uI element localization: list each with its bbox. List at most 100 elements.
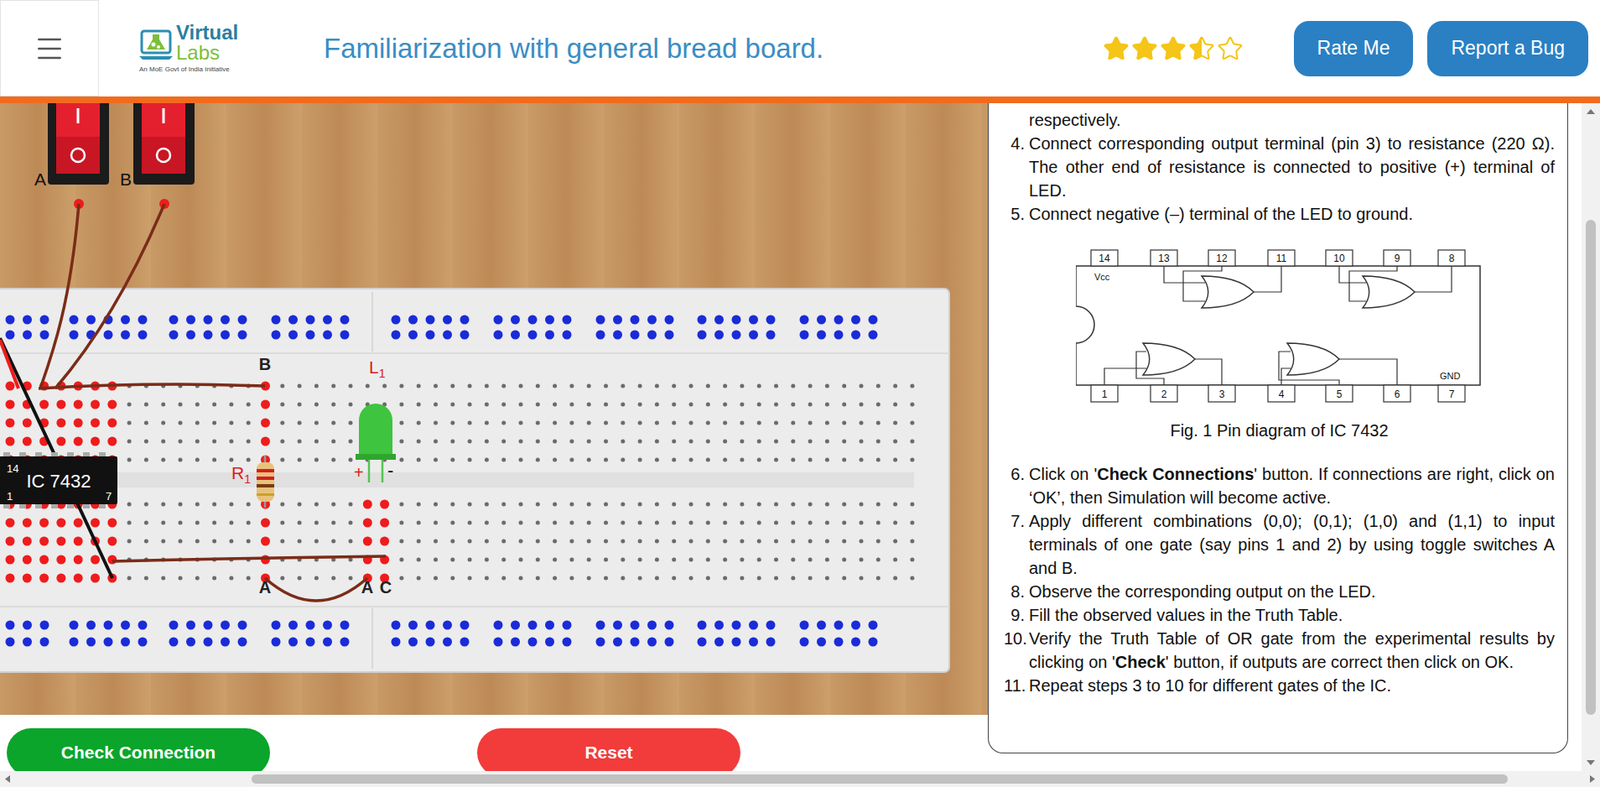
- svg-text:14: 14: [1098, 252, 1111, 265]
- simulator-controls: Check Connection Reset: [0, 714, 988, 771]
- pin-box: 10: [1325, 249, 1353, 266]
- scroll-right-icon[interactable]: [1584, 770, 1600, 787]
- svg-text:A: A: [34, 169, 47, 189]
- svg-text:10: 10: [1333, 252, 1346, 265]
- or-gate-icon: [1362, 275, 1415, 308]
- wire[interactable]: [38, 384, 265, 389]
- point-label: B: [259, 354, 271, 374]
- figure-caption: Fig. 1 Pin diagram of IC 7432: [1169, 418, 1388, 442]
- svg-text:7: 7: [105, 489, 112, 503]
- header-accent-bar: [0, 96, 1600, 104]
- svg-text:1: 1: [1101, 388, 1107, 400]
- or-gate-icon: [1142, 342, 1195, 375]
- svg-text:5: 5: [1335, 388, 1342, 400]
- pin-box: 6: [1383, 384, 1411, 402]
- led[interactable]: L1+-: [353, 357, 396, 483]
- reset-button[interactable]: Reset: [477, 727, 741, 771]
- wire[interactable]: [264, 577, 368, 601]
- pin-box: 11: [1267, 249, 1295, 266]
- pin-box: 9: [1383, 249, 1411, 266]
- scroll-down-icon[interactable]: [1581, 753, 1600, 771]
- pin-box: 14: [1090, 249, 1118, 266]
- instruction-step: 9.Fill the observed values in the Truth …: [1003, 602, 1555, 627]
- star-icon[interactable]: [1131, 35, 1159, 63]
- horizontal-scrollbar[interactable]: [0, 770, 1600, 787]
- toggle-switch[interactable]: B: [119, 103, 195, 209]
- wire[interactable]: [112, 555, 386, 562]
- instruction-lead: respectively.: [1028, 108, 1555, 132]
- report-bug-button[interactable]: Report a Bug: [1427, 20, 1589, 77]
- svg-text:GND: GND: [1439, 370, 1461, 381]
- svg-text:L1: L1: [368, 357, 386, 380]
- instruction-step: 11.Repeat steps 3 to 10 for different ga…: [1003, 673, 1555, 697]
- svg-text:R1: R1: [231, 462, 251, 486]
- instruction-step: 6.Click on 'Check Connections' button. I…: [1003, 462, 1555, 510]
- resistor[interactable]: R1: [231, 455, 275, 508]
- point-label: A: [259, 577, 271, 597]
- point-label: C: [379, 577, 392, 597]
- pin-box: 2: [1150, 384, 1178, 402]
- svg-text:IC 7432: IC 7432: [25, 470, 91, 492]
- svg-text:-: -: [387, 459, 394, 481]
- svg-text:3: 3: [1218, 388, 1225, 400]
- app: VirtualLabsAn MoE Govt of India Initiati…: [0, 0, 1600, 787]
- instruction-step: 5.Connect negative (–) terminal of the L…: [1003, 202, 1555, 226]
- pin-box: 8: [1438, 249, 1465, 266]
- instructions-panel: respectively.4.Connect corresponding out…: [987, 103, 1569, 754]
- instruction-step: 8.Observe the corresponding output on th…: [1003, 579, 1555, 603]
- rate-me-button[interactable]: Rate Me: [1293, 20, 1414, 77]
- scroll-left-icon[interactable]: [0, 770, 16, 787]
- figure: 1413121110981234567VccGNDFig. 1 Pin diag…: [1003, 249, 1555, 442]
- scrollbar-thumb[interactable]: [251, 774, 1508, 784]
- vertical-scrollbar[interactable]: [1581, 103, 1600, 771]
- or-gate-icon: [1287, 342, 1340, 375]
- toggle-switch[interactable]: A: [34, 103, 110, 209]
- wire[interactable]: [0, 339, 19, 389]
- svg-text:8: 8: [1448, 252, 1455, 265]
- star-icon[interactable]: [1159, 35, 1187, 63]
- flask-laptop-icon: [139, 25, 173, 63]
- svg-text:9: 9: [1393, 252, 1400, 265]
- menu-icon[interactable]: [33, 32, 66, 65]
- check-connection-button[interactable]: Check Connection: [6, 727, 271, 771]
- header: VirtualLabsAn MoE Govt of India Initiati…: [0, 0, 1600, 97]
- svg-text:14: 14: [6, 462, 19, 475]
- svg-text:7: 7: [1448, 388, 1455, 400]
- simulator-area: AB1417IC 7432R1L1+-BAACCheck ConnectionR…: [0, 103, 988, 771]
- pin-box: 1: [1090, 384, 1118, 402]
- star-rating[interactable]: [1102, 35, 1244, 63]
- instruction-step: 4.Connect corresponding output terminal …: [1003, 131, 1555, 203]
- svg-text:B: B: [119, 169, 132, 189]
- menu-button[interactable]: [0, 0, 99, 97]
- breadboard: [0, 288, 950, 672]
- pin-box: 3: [1208, 384, 1236, 402]
- pin-box: 7: [1438, 384, 1465, 402]
- ic-chip[interactable]: 14 1 7 IC 7432: [0, 451, 118, 509]
- pin-box: 5: [1325, 384, 1353, 402]
- svg-text:13: 13: [1158, 252, 1170, 265]
- pin-box: 13: [1150, 249, 1178, 266]
- wire[interactable]: [40, 203, 79, 389]
- star-icon[interactable]: [1216, 35, 1244, 63]
- svg-text:6: 6: [1393, 388, 1400, 400]
- pin-box: 4: [1267, 384, 1295, 402]
- star-icon[interactable]: [1102, 35, 1130, 63]
- svg-text:4: 4: [1277, 388, 1284, 400]
- wire[interactable]: [55, 203, 165, 389]
- logo[interactable]: VirtualLabsAn MoE Govt of India Initiati…: [139, 22, 250, 75]
- pin-box: 12: [1208, 249, 1236, 266]
- svg-text:1: 1: [6, 489, 13, 503]
- main: AB1417IC 7432R1L1+-BAACCheck ConnectionR…: [0, 103, 1600, 771]
- pin-diagram: 1413121110981234567VccGND: [1075, 249, 1484, 404]
- svg-text:Vcc: Vcc: [1094, 271, 1111, 282]
- svg-text:11: 11: [1275, 252, 1287, 265]
- page-title: Familiarization with general bread board…: [323, 27, 824, 70]
- instructions-area: respectively.4.Connect corresponding out…: [987, 103, 1582, 771]
- instruction-step: 10.Verify the Truth Table of OR gate fro…: [1003, 626, 1555, 674]
- svg-text:12: 12: [1215, 252, 1228, 265]
- scrollbar-thumb[interactable]: [1585, 219, 1596, 715]
- scroll-up-icon[interactable]: [1581, 103, 1600, 120]
- breadboard-canvas[interactable]: AB1417IC 7432R1L1+-BAAC: [0, 103, 988, 715]
- star-icon[interactable]: [1188, 35, 1216, 63]
- or-gate-icon: [1201, 275, 1254, 308]
